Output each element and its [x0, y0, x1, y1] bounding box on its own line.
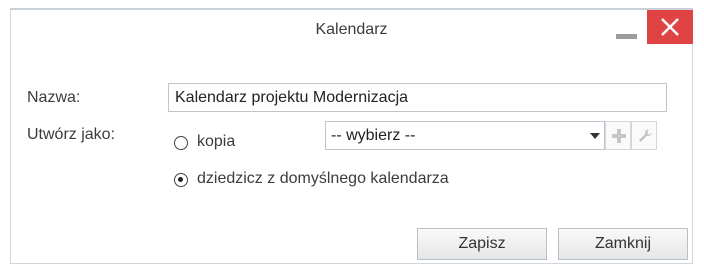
close-dialog-button[interactable]: Zamknij: [558, 228, 688, 260]
name-label: Nazwa:: [27, 89, 81, 106]
calendar-select-value: -- wybierz --: [331, 127, 416, 144]
dropdown-arrow-icon: [590, 133, 600, 139]
edit-calendar-button[interactable]: [631, 121, 657, 150]
name-input[interactable]: [168, 83, 667, 112]
close-button[interactable]: [647, 10, 693, 44]
save-button[interactable]: Zapisz: [417, 228, 547, 260]
plus-icon: [612, 129, 626, 143]
radio-copy[interactable]: [174, 136, 188, 150]
dialog-title: Kalendarz: [315, 21, 388, 38]
radio-selected-dot: [178, 177, 183, 182]
wrench-icon: [639, 129, 652, 142]
calendar-select[interactable]: -- wybierz --: [325, 121, 605, 150]
radio-inherit[interactable]: [174, 173, 188, 187]
create-as-label: Utwórz jako:: [27, 126, 116, 143]
dialog-titlebar[interactable]: Kalendarz: [11, 10, 693, 50]
calendar-dialog: Kalendarz Nazwa: Utwórz jako: kopia -- w…: [10, 8, 693, 264]
radio-copy-label[interactable]: kopia: [197, 133, 235, 151]
radio-inherit-label[interactable]: dziedzicz z domyślnego kalendarza: [197, 170, 449, 188]
add-calendar-button[interactable]: [605, 121, 631, 150]
minimize-icon[interactable]: [616, 34, 637, 39]
close-icon: [661, 18, 679, 36]
